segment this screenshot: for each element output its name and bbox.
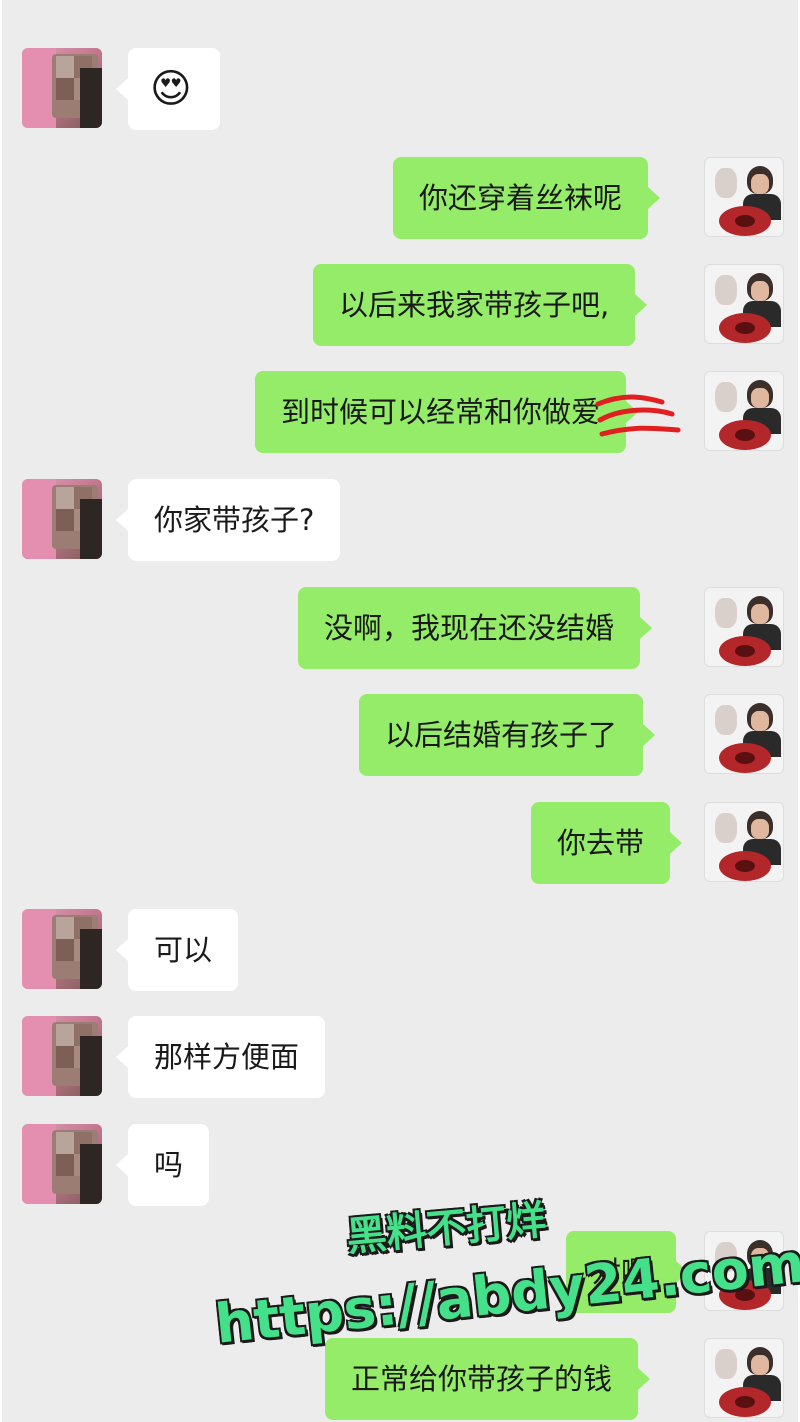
message-text: 你家带孩子? [154,503,315,537]
my-avatar[interactable] [704,802,784,882]
sent-message[interactable]: 正常给你带孩子的钱 [325,1338,651,1420]
contact-avatar[interactable] [22,1124,102,1204]
contact-avatar[interactable] [22,1016,102,1096]
received-message[interactable]: 可以 [115,909,239,991]
message-text: 你去带 [557,826,645,860]
my-avatar[interactable] [704,157,784,237]
my-avatar[interactable] [704,371,784,451]
contact-avatar[interactable] [22,909,102,989]
contact-avatar[interactable] [22,48,102,128]
received-message[interactable]: 你家带孩子? [115,479,341,561]
message-text: 吗 [154,1148,184,1182]
message-text: 没啊，我现在还没结婚 [324,611,615,645]
sent-message[interactable]: 没啊，我现在还没结婚 [298,587,653,669]
received-message[interactable]: 吗 [115,1124,210,1206]
message-text: 你还穿着丝袜呢 [419,181,623,215]
message-text: 以后结婚有孩子了 [385,718,618,752]
my-avatar[interactable] [704,694,784,774]
sent-message[interactable]: 以后结婚有孩子了 [359,694,656,776]
sent-message[interactable]: 你去带 [531,802,683,884]
message-text: 到时候可以经常和你做爱 [281,395,601,429]
contact-avatar[interactable] [22,479,102,559]
message-text: 以后来我家带孩子吧, [339,288,610,322]
my-avatar[interactable] [704,1338,784,1418]
sent-message[interactable]: 到时候可以经常和你做爱 [255,371,639,453]
message-text: 可以 [154,933,213,967]
received-message[interactable]: 那样方便面 [115,1016,326,1098]
message-text: 那样方便面 [154,1040,300,1074]
message-text: 正常给你带孩子的钱 [351,1362,613,1396]
watermark-title: 黑料不打烊 [344,1197,548,1261]
heart-eyes-emoji-icon: 😍 [150,66,192,112]
sent-message[interactable]: 以后来我家带孩子吧, [313,264,648,346]
sent-message[interactable]: 你还穿着丝袜呢 [393,157,661,239]
my-avatar[interactable] [704,264,784,344]
left-border [0,0,2,1422]
my-avatar[interactable] [704,587,784,667]
received-message[interactable]: 😍 [116,48,220,130]
